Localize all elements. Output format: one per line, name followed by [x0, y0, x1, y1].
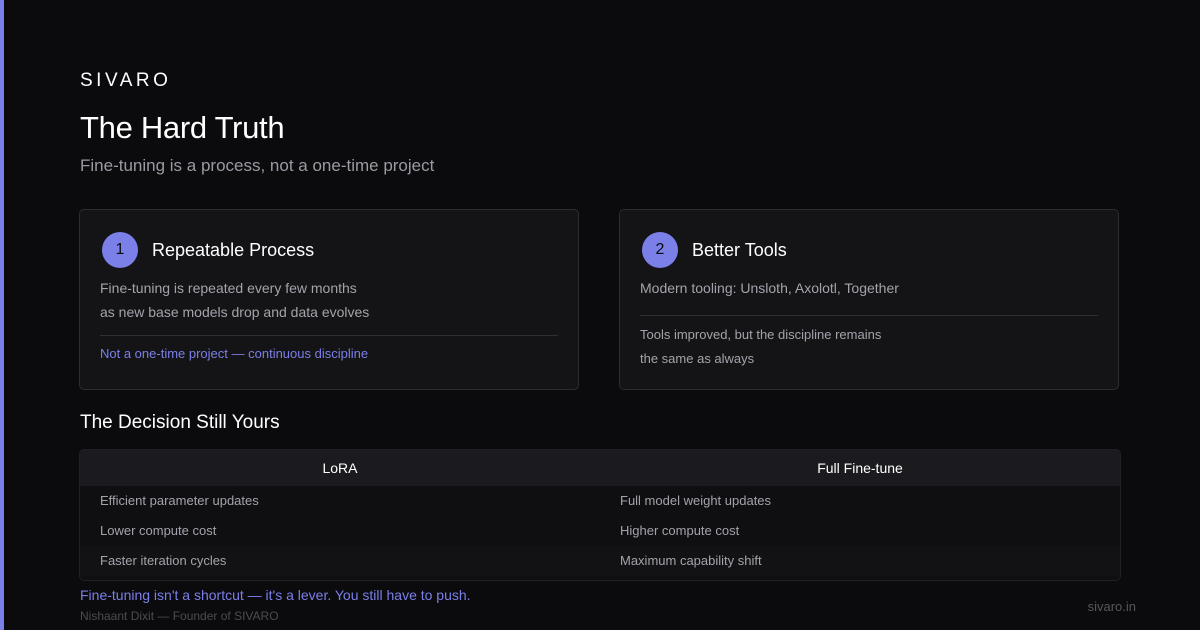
footer-quote: Fine-tuning isn't a shortcut — it's a le… [80, 587, 471, 603]
table-cell: Lower compute cost [100, 523, 217, 538]
column-header-lora: LoRA [322, 460, 358, 476]
table-row: Faster iteration cycles Maximum capabili… [80, 546, 1120, 576]
card-secondary-text: Tools improved, but the discipline remai… [640, 323, 881, 371]
step-number-badge: 2 [642, 232, 678, 268]
card-repeatable-process: 1 Repeatable Process Fine-tuning is repe… [79, 209, 579, 390]
table-row: Efficient parameter updates Full model w… [80, 486, 1120, 516]
card-divider [100, 335, 558, 336]
table-header: LoRA Full Fine-tune [80, 450, 1120, 486]
card-note: Not a one-time project — continuous disc… [100, 346, 369, 361]
table-cell: Maximum capability shift [620, 553, 762, 568]
page-title: The Hard Truth [80, 110, 285, 145]
card-description: Modern tooling: Unsloth, Axolotl, Togeth… [640, 276, 899, 300]
table-cell: Higher compute cost [620, 523, 740, 538]
section-title: The Decision Still Yours [80, 412, 280, 433]
card-better-tools: 2 Better Tools Modern tooling: Unsloth, … [619, 209, 1119, 390]
card-title: Repeatable Process [152, 240, 315, 260]
card-line: Modern tooling: Unsloth, Axolotl, Togeth… [640, 280, 899, 296]
card-line: the same as always [640, 351, 755, 366]
table-cell: Efficient parameter updates [100, 493, 259, 508]
card-line: Fine-tuning is repeated every few months [100, 280, 357, 296]
card-divider [640, 315, 1098, 316]
comparison-table: LoRA Full Fine-tune Efficient parameter … [79, 449, 1121, 581]
brand-logo: SIVARO [80, 70, 172, 91]
step-number-badge: 1 [102, 232, 138, 268]
card-description: Fine-tuning is repeated every few months… [100, 276, 369, 324]
table-row: Lower compute cost Higher compute cost [80, 516, 1120, 546]
left-accent-bar [0, 0, 4, 630]
page-subtitle: Fine-tuning is a process, not a one-time… [80, 156, 435, 175]
table-cell: Full model weight updates [620, 493, 772, 508]
footer-site-link[interactable]: sivaro.in [1088, 599, 1136, 614]
table-cell: Faster iteration cycles [100, 553, 227, 568]
column-header-full-fine-tune: Full Fine-tune [817, 460, 903, 476]
footer-author: Nishaant Dixit — Founder of SIVARO [80, 609, 279, 623]
card-line: Tools improved, but the discipline remai… [640, 327, 882, 342]
card-line: as new base models drop and data evolves [100, 304, 370, 320]
card-title: Better Tools [692, 240, 787, 260]
